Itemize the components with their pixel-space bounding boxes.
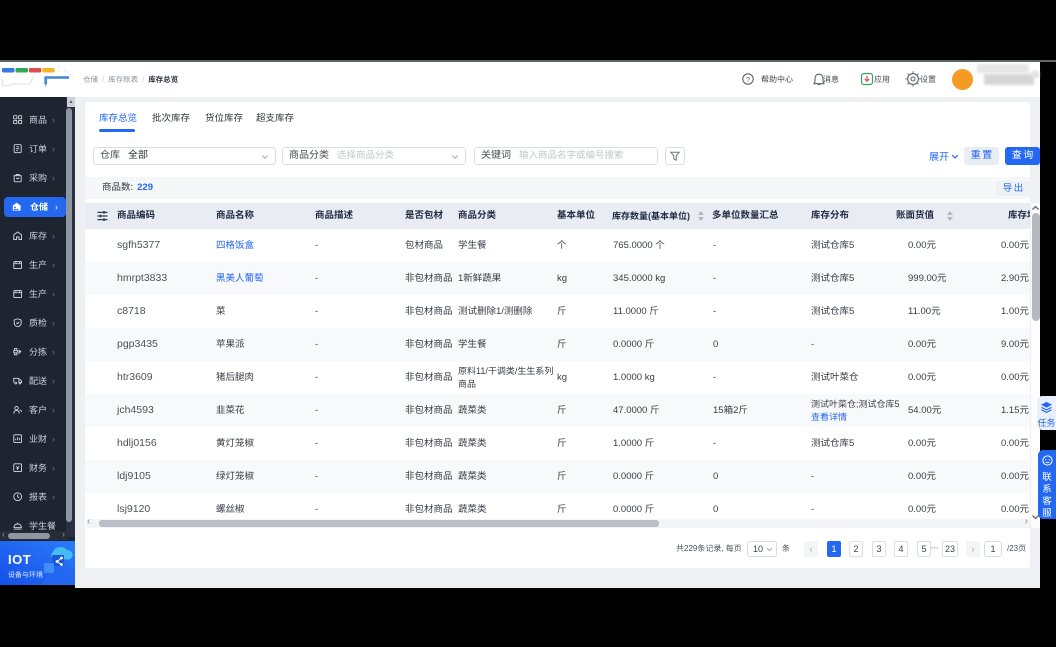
svg-text:?: ? <box>746 75 750 84</box>
